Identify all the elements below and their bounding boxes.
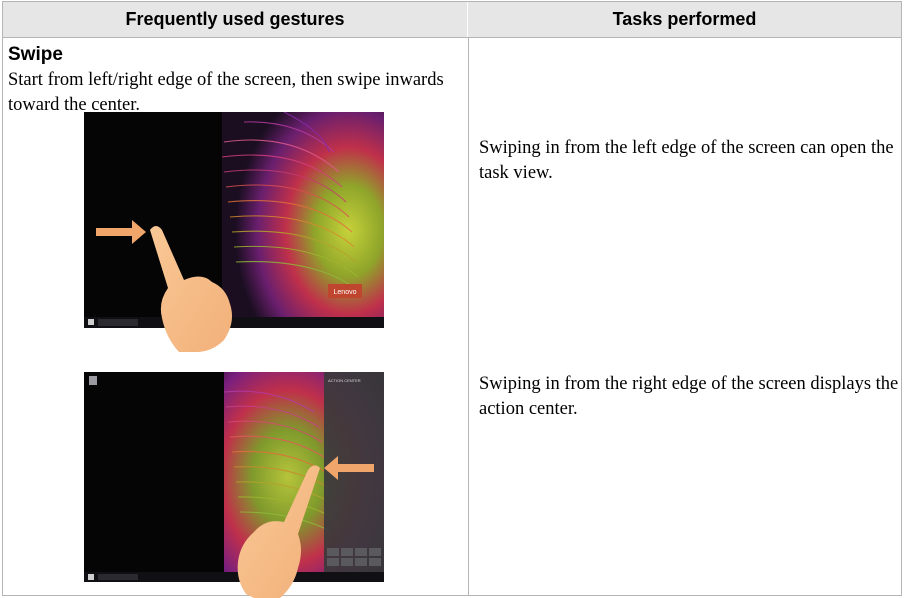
watermark-text: Lenovo (334, 289, 357, 296)
taskbar-search (98, 574, 138, 580)
task-right-swipe: Swiping in from the right edge of the sc… (479, 374, 899, 419)
start-icon (88, 319, 94, 325)
column-header-gestures: Frequently used gestures (3, 2, 468, 37)
left-swipe-illustration: Lenovo (84, 112, 384, 352)
action-center-title: ACTION CENTER (328, 378, 361, 383)
task-left-swipe: Swiping in from the left edge of the scr… (479, 138, 894, 183)
gesture-title: Swipe (8, 44, 63, 65)
right-swipe-illustration: ACTION CENTER (84, 372, 384, 598)
header-divider (3, 37, 901, 38)
column-header-tasks: Tasks performed (468, 2, 901, 37)
recycle-bin-icon (89, 376, 97, 385)
taskbar-search (98, 319, 138, 326)
column-divider (468, 37, 469, 595)
gesture-description: Start from left/right edge of the screen… (8, 70, 444, 115)
start-icon (88, 574, 94, 580)
